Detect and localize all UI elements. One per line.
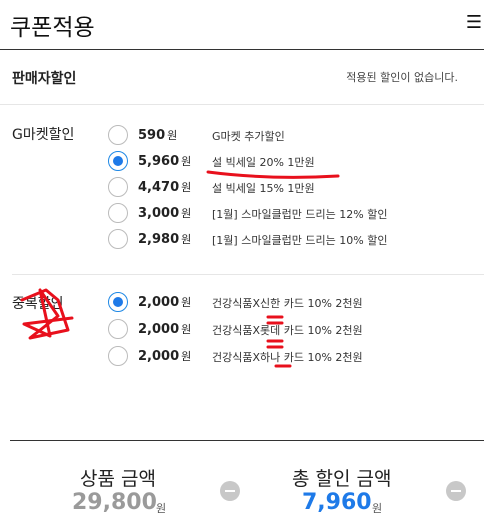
gmarket-discount-title: G마켓할인 (12, 127, 75, 143)
product-amount-unit: 원 (156, 502, 167, 515)
option-description: 건강식품X신한 카드 10% 2천원 (212, 297, 363, 310)
option-description: [1월] 스마일클럽만 드리는 10% 할인 (212, 234, 388, 247)
minus-icon (220, 481, 240, 501)
option-amount: 590 원 (138, 128, 178, 143)
option-amount: 3,000 원 (138, 206, 192, 221)
summary-divider (10, 440, 484, 441)
seller-discount-message: 적용된 할인이 없습니다. (346, 71, 458, 84)
minus-icon (446, 481, 466, 501)
option-description: 건강식품X롯데 카드 10% 2천원 (212, 324, 363, 337)
radio-button-selected[interactable] (108, 151, 128, 171)
page-header: 쿠폰적용 ☰ (0, 0, 484, 50)
gmarket-option[interactable]: 2,980 원 [1월] 스마일클럽만 드리는 10% 할인 (108, 229, 478, 251)
duplicate-option[interactable]: 2,000 원 건강식품X롯데 카드 10% 2천원 (108, 319, 478, 341)
option-description: 설 빅세일 15% 1만원 (212, 182, 315, 195)
option-amount: 2,980 원 (138, 232, 192, 247)
page-title: 쿠폰적용 (10, 15, 95, 41)
option-amount: 2,000 원 (138, 349, 192, 364)
radio-button[interactable] (108, 177, 128, 197)
discount-amount-unit: 원 (372, 502, 383, 515)
gmarket-option[interactable]: 3,000 원 [1월] 스마일클럽만 드리는 12% 할인 (108, 203, 478, 225)
radio-button[interactable] (108, 229, 128, 249)
gmarket-option[interactable]: 5,960 원 설 빅세일 20% 1만원 (108, 151, 478, 173)
radio-button[interactable] (108, 203, 128, 223)
discount-amount-label: 총 할인 금액 (292, 468, 392, 490)
product-amount-label: 상품 금액 (80, 468, 156, 490)
duplicate-option[interactable]: 2,000 원 건강식품X하나 카드 10% 2천원 (108, 346, 478, 368)
radio-button[interactable] (108, 125, 128, 145)
radio-button[interactable] (108, 346, 128, 366)
option-amount: 5,960 원 (138, 154, 192, 169)
option-amount: 4,470 원 (138, 180, 192, 195)
option-amount: 2,000 원 (138, 295, 192, 310)
option-description: 설 빅세일 20% 1만원 (212, 156, 315, 169)
radio-button[interactable] (108, 319, 128, 339)
product-amount-value: 29,800 (72, 490, 157, 515)
option-amount: 2,000 원 (138, 322, 192, 337)
menu-icon[interactable]: ☰ (466, 12, 482, 33)
duplicate-option[interactable]: 2,000 원 건강식품X신한 카드 10% 2천원 (108, 292, 478, 314)
option-description: G마켓 추가할인 (212, 130, 285, 143)
duplicate-discount-title: 중복할인 (12, 296, 64, 312)
gmarket-option[interactable]: 4,470 원 설 빅세일 15% 1만원 (108, 177, 478, 199)
discount-amount-value: 7,960 (302, 490, 372, 515)
gmarket-option[interactable]: 590 원 G마켓 추가할인 (108, 125, 478, 147)
option-description: 건강식품X하나 카드 10% 2천원 (212, 351, 363, 364)
seller-discount-title: 판매자할인 (12, 71, 77, 87)
seller-discount-row: 판매자할인 적용된 할인이 없습니다. (0, 50, 484, 105)
section-divider (12, 274, 484, 275)
option-description: [1월] 스마일클럽만 드리는 12% 할인 (212, 208, 388, 221)
radio-button-selected[interactable] (108, 292, 128, 312)
